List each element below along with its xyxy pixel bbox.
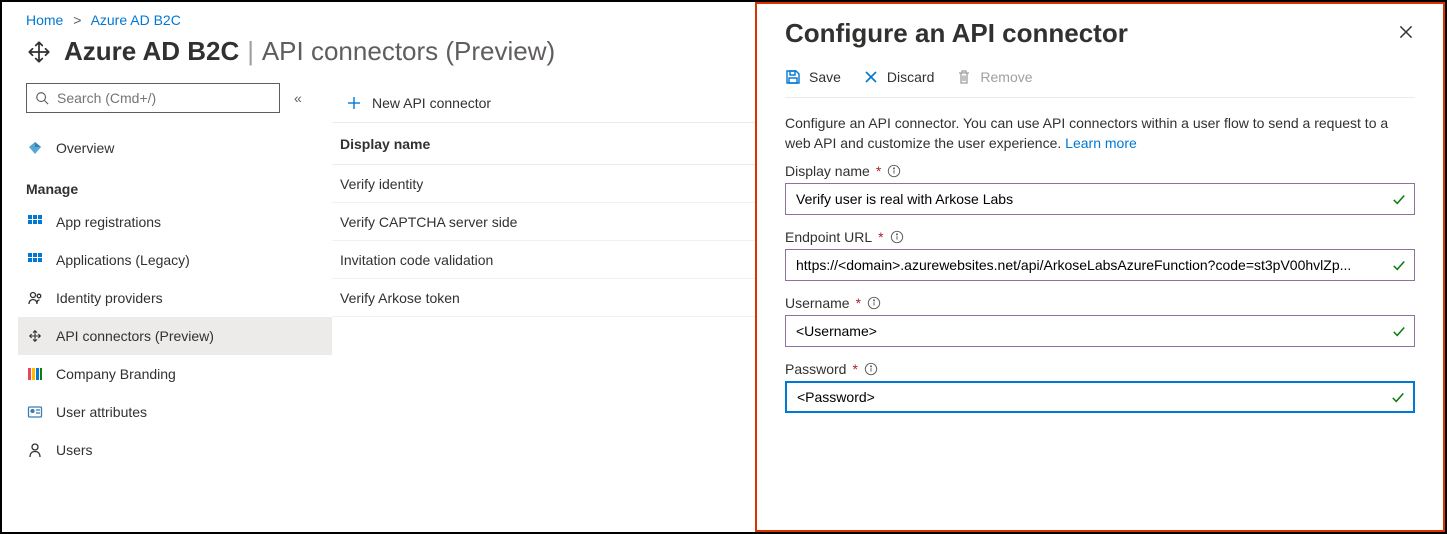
display-name-input[interactable]: [794, 190, 1386, 208]
password-label-row: Password *: [785, 361, 1415, 377]
nav-overview-label: Overview: [56, 140, 114, 156]
info-icon[interactable]: [890, 230, 904, 244]
sidebar-item-label: App registrations: [56, 214, 161, 230]
grid-icon: [26, 213, 44, 231]
display-name-label: Display name: [785, 163, 870, 179]
nav-identity-providers[interactable]: Identity providers: [18, 279, 332, 317]
required-marker: *: [856, 295, 861, 311]
search-row: «: [26, 83, 332, 113]
display-name-field: Display name *: [785, 163, 1415, 215]
nav-company-branding[interactable]: Company Branding: [18, 355, 332, 393]
nav-overview[interactable]: Overview: [18, 129, 332, 167]
sidebar-item-label: User attributes: [56, 404, 147, 420]
sidebar-item-label: Identity providers: [56, 290, 163, 306]
move-icon: [26, 39, 52, 65]
password-input[interactable]: [795, 388, 1385, 406]
info-icon[interactable]: [864, 362, 878, 376]
info-icon[interactable]: [887, 164, 901, 178]
required-marker: *: [852, 361, 857, 377]
save-label: Save: [809, 69, 841, 85]
username-label: Username: [785, 295, 850, 311]
password-label: Password: [785, 361, 846, 377]
nav-users[interactable]: Users: [18, 431, 332, 469]
diamond-icon: [26, 139, 44, 157]
move-arrows-icon: [26, 327, 44, 345]
display-name-label-row: Display name *: [785, 163, 1415, 179]
page-subtitle: API connectors (Preview): [262, 36, 555, 66]
flyout-toolbar: Save Discard Remove: [785, 59, 1415, 98]
display-name-input-wrapper[interactable]: [785, 183, 1415, 215]
valid-icon: [1391, 390, 1405, 404]
configure-connector-panel: Configure an API connector Save Discard …: [755, 2, 1445, 532]
trash-icon: [956, 69, 972, 85]
endpoint-url-field: Endpoint URL *: [785, 229, 1415, 281]
nav-app-registrations[interactable]: App registrations: [18, 203, 332, 241]
endpoint-url-input[interactable]: [794, 256, 1386, 274]
search-input[interactable]: [55, 89, 271, 107]
close-button[interactable]: [1397, 23, 1415, 44]
columns-icon: [26, 365, 44, 383]
title-divider: |: [247, 36, 254, 66]
required-marker: *: [878, 229, 883, 245]
username-input-wrapper[interactable]: [785, 315, 1415, 347]
endpoint-url-label: Endpoint URL: [785, 229, 872, 245]
required-marker: *: [876, 163, 881, 179]
people-icon: [26, 289, 44, 307]
breadcrumb-separator: >: [73, 12, 81, 28]
password-field: Password *: [785, 361, 1415, 413]
close-icon: [1397, 23, 1415, 41]
learn-more-link[interactable]: Learn more: [1065, 135, 1137, 151]
flyout-title: Configure an API connector: [785, 18, 1128, 49]
new-api-connector-button[interactable]: New API connector: [336, 83, 501, 122]
nav-api-connectors[interactable]: API connectors (Preview): [18, 317, 332, 355]
username-field: Username *: [785, 295, 1415, 347]
flyout-header: Configure an API connector: [785, 4, 1415, 59]
discard-button[interactable]: Discard: [863, 69, 934, 85]
page-title: Azure AD B2C: [64, 36, 239, 66]
valid-icon: [1392, 324, 1406, 338]
breadcrumb-parent[interactable]: Azure AD B2C: [91, 12, 181, 28]
password-input-wrapper[interactable]: [785, 381, 1415, 413]
sidebar-item-label: Users: [56, 442, 93, 458]
remove-button: Remove: [956, 69, 1032, 85]
endpoint-url-label-row: Endpoint URL *: [785, 229, 1415, 245]
new-api-connector-label: New API connector: [372, 95, 491, 111]
person-icon: [26, 441, 44, 459]
endpoint-url-input-wrapper[interactable]: [785, 249, 1415, 281]
search-icon: [35, 91, 49, 105]
nav-section-manage: Manage: [26, 181, 332, 197]
save-button[interactable]: Save: [785, 69, 841, 85]
breadcrumb-home[interactable]: Home: [26, 12, 63, 28]
left-navigation: « Overview Manage App registrations Ap: [2, 83, 332, 469]
plus-icon: [346, 95, 362, 111]
nav-applications-legacy[interactable]: Applications (Legacy): [18, 241, 332, 279]
username-input[interactable]: [794, 322, 1386, 340]
valid-icon: [1392, 258, 1406, 272]
discard-label: Discard: [887, 69, 934, 85]
discard-icon: [863, 69, 879, 85]
sidebar-item-label: Company Branding: [56, 366, 176, 382]
grid-icon: [26, 251, 44, 269]
save-icon: [785, 69, 801, 85]
card-icon: [26, 403, 44, 421]
sidebar-item-label: Applications (Legacy): [56, 252, 190, 268]
remove-label: Remove: [980, 69, 1032, 85]
collapse-nav-button[interactable]: «: [294, 90, 302, 106]
username-label-row: Username *: [785, 295, 1415, 311]
sidebar-item-label: API connectors (Preview): [56, 328, 214, 344]
app-frame: { "breadcrumb": { "home": "Home", "paren…: [0, 0, 1447, 534]
valid-icon: [1392, 192, 1406, 206]
flyout-description: Configure an API connector. You can use …: [785, 114, 1415, 153]
search-input-wrapper[interactable]: [26, 83, 280, 113]
nav-user-attributes[interactable]: User attributes: [18, 393, 332, 431]
page-title-group: Azure AD B2C | API connectors (Preview): [64, 36, 555, 67]
info-icon[interactable]: [867, 296, 881, 310]
